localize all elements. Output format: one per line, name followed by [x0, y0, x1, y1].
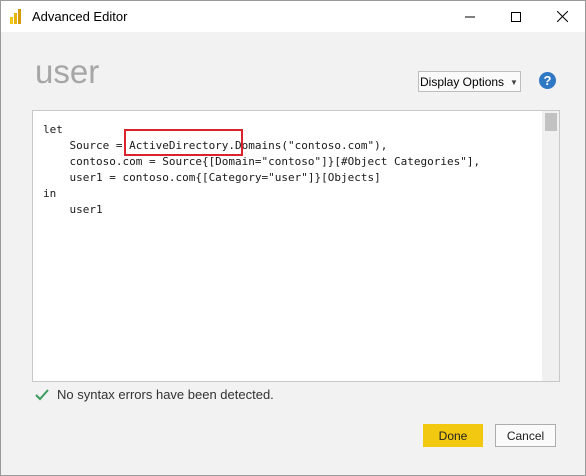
scrollbar-thumb[interactable] [545, 113, 557, 131]
maximize-icon [511, 11, 521, 22]
minimize-button[interactable] [447, 1, 493, 32]
close-icon [556, 11, 568, 22]
close-button[interactable] [539, 1, 585, 32]
code-line: user1 [43, 203, 103, 216]
code-line: in [43, 187, 57, 200]
check-icon [35, 388, 49, 400]
highlight-annotation [124, 129, 243, 156]
chevron-down-icon: ▼ [510, 77, 518, 87]
query-name: user [35, 53, 100, 90]
maximize-button[interactable] [493, 1, 539, 32]
minimize-icon [465, 16, 475, 17]
title-bar: Advanced Editor [1, 1, 585, 32]
help-icon[interactable]: ? [539, 72, 556, 89]
done-button[interactable]: Done [423, 424, 483, 447]
cancel-button[interactable]: Cancel [495, 424, 556, 447]
status-text: No syntax errors have been detected. [57, 387, 274, 402]
code-text[interactable]: let Source = ActiveDirectory.Domains("co… [43, 122, 480, 218]
window-title: Advanced Editor [32, 9, 128, 24]
vertical-scrollbar[interactable] [542, 111, 559, 381]
display-options-label: Display Options [420, 75, 505, 89]
advanced-editor-window: Advanced Editor user Display Options ▼ ?… [0, 0, 586, 476]
code-editor[interactable]: let Source = ActiveDirectory.Domains("co… [32, 110, 560, 382]
code-line: let [43, 123, 63, 136]
power-bi-icon [10, 8, 24, 24]
code-line: contoso.com = Source{[Domain="contoso"]}… [43, 155, 481, 168]
display-options-dropdown[interactable]: Display Options ▼ [418, 71, 521, 92]
code-line: user1 = contoso.com{[Category="user"]}[O… [43, 171, 381, 184]
syntax-status: No syntax errors have been detected. [35, 387, 274, 402]
